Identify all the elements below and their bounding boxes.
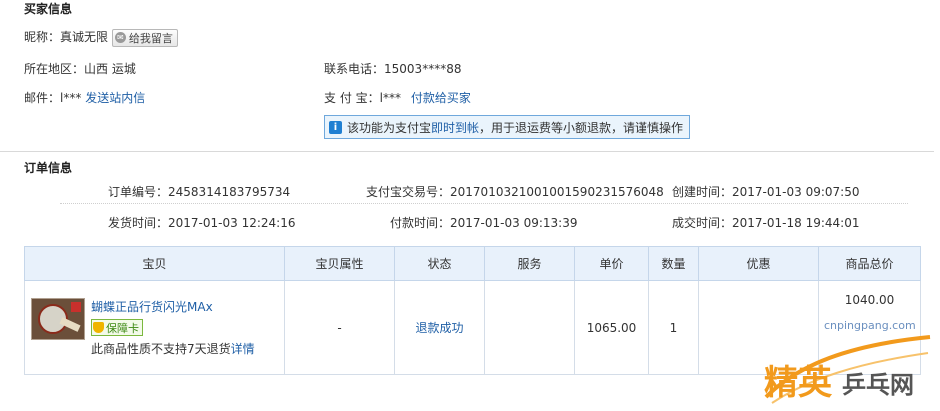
alipay-trade-label: 支付宝交易号： [366,185,451,199]
item-unit-price-cell: 1065.00 [574,280,649,375]
nickname-row: 昵称：真诚无限 ✉ 给我留言 [24,28,178,47]
completed-time-value: 2017-01-18 19:44:01 [732,216,860,230]
item-thumbnail[interactable] [31,298,85,340]
alipay-trade-value: 20170103210010015902315760​48 [450,185,664,199]
order-info-title: 订单信息 [24,161,73,175]
shipped-time-value: 2017-01-03 12:24:16 [168,216,296,230]
shipped-time-row: 发货时间：2017-01-03 12:24:16 [108,214,295,231]
leave-message-button[interactable]: ✉ 给我留言 [111,28,178,47]
refund-success-link[interactable]: 退款成功 [415,321,463,335]
phone-row: 联系电话：15003****88 [324,60,461,77]
alipay-trade-row: 支付宝交易号：20170103210010015902315760​48 [366,183,664,200]
item-cell: 蝴蝶正品行货闪光MAx 保障卡 此商品性质不支持7天退货详情 [24,280,285,375]
paid-time-row: 付款时间：2017-01-03 09:13:39 [390,214,577,231]
alipay-notice: i 该功能为支付宝 即时到帐 ，用于退运费等小额退款，请谨慎操作 [324,115,691,139]
phone-value: 15003****88 [384,62,462,76]
item-status-cell: 退款成功 [394,280,485,375]
watermark-text-a: 精英 [764,363,832,403]
column-header-status: 状态 [394,246,485,281]
created-time-value: 2017-01-03 09:07:50 [732,185,860,199]
leave-message-label: 给我留言 [128,31,173,45]
column-header-attributes: 宝贝属性 [284,246,395,281]
nickname-label: 昵称： [24,30,61,44]
column-header-item: 宝贝 [24,246,285,281]
section-divider [0,151,934,152]
region-row: 所在地区：山西 运城 [24,60,136,77]
paid-time-value: 2017-01-03 09:13:39 [450,216,578,230]
region-label: 所在地区： [24,62,85,76]
shipped-time-label: 发货时间： [108,216,169,230]
order-number-value: 2458314183795734 [168,185,291,199]
guarantee-badge[interactable]: 保障卡 [91,319,143,336]
alipay-label: 支 付 宝： [324,91,380,105]
notice-text-pre: 该功能为支付宝 [347,120,432,135]
column-header-discount: 优惠 [698,246,819,281]
column-header-total: 商品总价 [818,246,921,281]
send-site-message-link[interactable]: 发送站内信 [85,91,145,105]
watermark-text-b: 乒乓网 [842,371,914,399]
completed-time-row: 成交时间：2017-01-18 19:44:01 [672,214,859,231]
order-info-separator [60,203,908,204]
alipay-value: l*** [379,91,401,105]
email-row: 邮件：l*** 发送站内信 [24,89,145,106]
table-header-row: 宝贝 宝贝属性 状态 服务 单价 数量 优惠 商品总价 [24,246,921,281]
column-header-service: 服务 [484,246,575,281]
pay-buyer-link[interactable]: 付款给买家 [411,91,471,105]
column-header-quantity: 数量 [648,246,699,281]
item-quantity-cell: 1 [648,280,699,375]
paid-time-label: 付款时间： [390,216,451,230]
alipay-row: 支 付 宝：l*** 付款给买家 [324,89,471,106]
email-label: 邮件： [24,91,61,105]
created-time-row: 创建时间：2017-01-03 09:07:50 [672,183,859,200]
phone-label: 联系电话： [324,62,385,76]
nickname-value: 真诚无限 [60,30,109,44]
instant-arrival-link[interactable]: 即时到帐 [431,119,479,136]
completed-time-label: 成交时间： [672,216,733,230]
watermark-url: cnpingpang.com [824,319,916,332]
shield-icon [93,322,104,333]
watermark-logo: 精英 乒乓网 [758,335,934,407]
info-icon: i [329,120,342,134]
column-header-unit-price: 单价 [574,246,649,281]
order-number-row: 订单编号：2458314183795734 [108,183,290,200]
buyer-info-title: 买家信息 [24,2,73,16]
item-title-link[interactable]: 蝴蝶正品行货闪光MAx [91,298,255,315]
item-attributes-cell: - [284,280,395,375]
guarantee-badge-label: 保障卡 [106,321,139,335]
created-time-label: 创建时间： [672,185,733,199]
item-service-cell [484,280,575,375]
order-number-label: 订单编号： [108,185,169,199]
message-icon: ✉ [114,32,126,43]
return-policy-details-link[interactable]: 详情 [231,342,255,356]
email-value: l*** [60,91,82,105]
region-value: 山西 运城 [84,62,136,76]
return-policy-note: 此商品性质不支持7天退货详情 [91,340,255,357]
notice-text-post: ，用于退运费等小额退款，请谨慎操作 [479,120,684,135]
return-policy-text: 此商品性质不支持7天退货 [91,342,231,356]
